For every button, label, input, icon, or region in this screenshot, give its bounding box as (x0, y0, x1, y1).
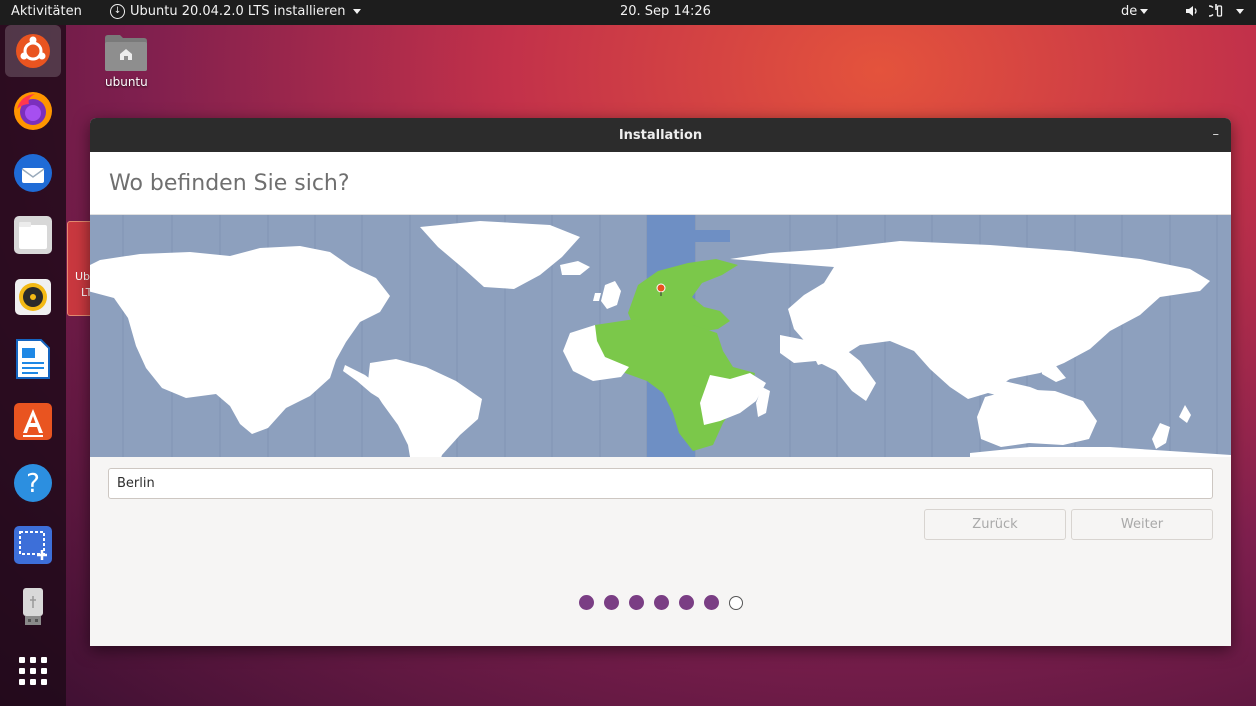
progress-dot-done (604, 595, 619, 610)
chevron-down-icon (1236, 8, 1244, 14)
progress-dot-done (629, 595, 644, 610)
step-progress (579, 595, 743, 610)
dock-thunderbird[interactable] (5, 147, 61, 199)
thunderbird-icon (14, 154, 52, 192)
dock-ubuntu-installer[interactable] (5, 25, 61, 77)
dock-screenshot[interactable] (5, 519, 61, 571)
chevron-down-icon (1140, 9, 1149, 14)
window-title: Installation (618, 127, 703, 143)
svg-text:?: ? (26, 469, 40, 499)
dock-files[interactable] (5, 209, 61, 261)
system-menu[interactable] (1185, 3, 1244, 19)
page-title: Wo befinden Sie sich? (109, 171, 350, 196)
dock-software[interactable] (5, 395, 61, 447)
writer-icon (16, 339, 50, 379)
desktop-installer-label-1: Ub (75, 270, 91, 283)
progress-dot-done (679, 595, 694, 610)
timezone-input[interactable] (108, 468, 1213, 499)
app-menu[interactable]: ↓ Ubuntu 20.04.2.0 LTS installieren (110, 4, 362, 19)
dock-writer[interactable] (5, 333, 61, 385)
chevron-down-icon (353, 9, 362, 14)
progress-dot-done (704, 595, 719, 610)
progress-dot-done (654, 595, 669, 610)
dock-show-apps[interactable] (5, 645, 61, 697)
dock-rhythmbox[interactable] (5, 271, 61, 323)
app-menu-label: Ubuntu 20.04.2.0 LTS installieren (130, 4, 346, 19)
rhythmbox-icon (15, 279, 51, 315)
firefox-icon (14, 92, 52, 130)
next-button[interactable]: Weiter (1071, 509, 1213, 540)
home-folder-label: ubuntu (105, 75, 148, 89)
keyboard-layout-menu[interactable]: de (1121, 4, 1149, 19)
files-icon (14, 216, 52, 254)
progress-dot-done (579, 595, 594, 610)
usb-drive-icon (23, 588, 43, 625)
window-titlebar[interactable]: Installation – (90, 118, 1231, 152)
dock-firefox[interactable] (5, 85, 61, 137)
keyboard-layout-label: de (1121, 4, 1138, 19)
progress-dot-pending (729, 595, 743, 610)
activities-button[interactable]: Aktivitäten (11, 4, 82, 19)
top-bar: Aktivitäten ↓ Ubuntu 20.04.2.0 LTS insta… (0, 0, 1256, 25)
power-icon (1209, 4, 1223, 17)
back-button[interactable]: Zurück (924, 509, 1066, 540)
screenshot-icon (14, 526, 52, 564)
dock: ? (0, 25, 66, 706)
home-folder-icon[interactable] (104, 34, 148, 72)
timezone-map[interactable] (90, 215, 1231, 457)
ubuntu-installer-icon (16, 34, 50, 68)
dock-usb-drive[interactable] (5, 581, 61, 633)
help-icon: ? (14, 464, 52, 502)
download-icon: ↓ (110, 4, 125, 19)
software-center-icon (14, 403, 52, 440)
volume-icon (1186, 6, 1197, 16)
installer-window: Installation – Wo befinden Sie sich? Ber… (90, 118, 1231, 646)
minimize-button[interactable]: – (1213, 127, 1220, 142)
dock-help[interactable]: ? (5, 457, 61, 509)
clock[interactable]: 20. Sep 14:26 (620, 4, 711, 19)
show-apps-icon (19, 657, 47, 685)
